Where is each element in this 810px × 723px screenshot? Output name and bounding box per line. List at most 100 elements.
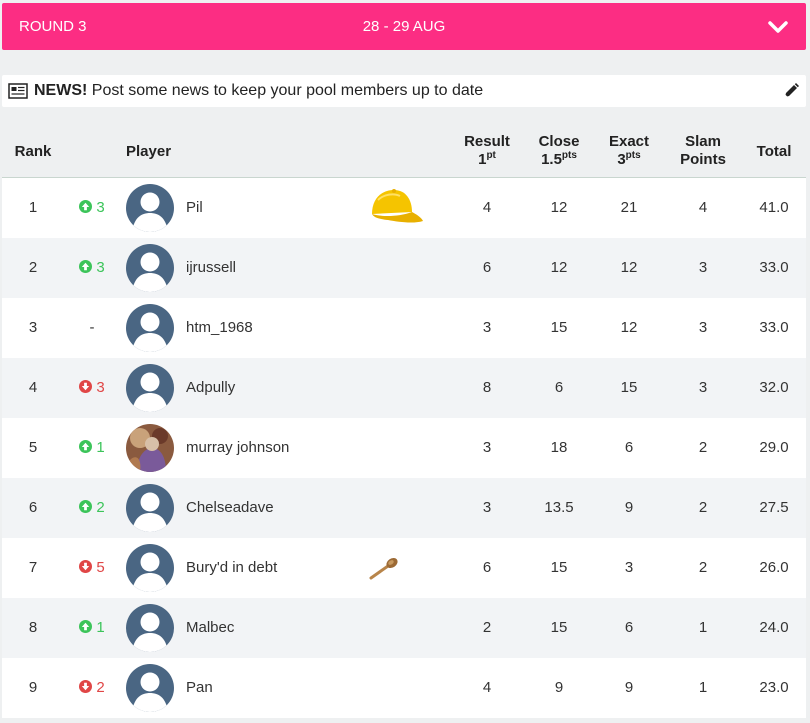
arrow-down-icon (79, 559, 96, 576)
round-dates: 28 - 29 AUG (362, 18, 446, 35)
table-row[interactable]: 9 2 Pan 4 9 9 1 23.0 (2, 658, 806, 718)
total-points: 23.0 (759, 679, 789, 696)
header-exact-label: Exact (608, 133, 650, 150)
news-label: NEWS! (34, 82, 88, 99)
pencil-icon[interactable] (782, 82, 800, 100)
avatar[interactable] (126, 244, 174, 292)
rank-change-up: 1 (62, 619, 122, 636)
total-points: 41.0 (759, 199, 789, 216)
player-name[interactable]: ijrussell (186, 259, 236, 276)
exact-points: 6 (624, 439, 634, 456)
rank-change-up: 1 (62, 439, 122, 456)
total-points: 27.5 (759, 499, 789, 516)
player-name[interactable]: htm_1968 (186, 319, 253, 336)
avatar[interactable] (126, 304, 174, 352)
table-row[interactable]: 7 5 Bury'd in debt 6 15 3 2 26.0 (2, 538, 806, 598)
rank-change-value: 3 (96, 199, 105, 216)
total-points: 29.0 (759, 439, 789, 456)
close-points: 9 (554, 679, 564, 696)
close-points: 18 (550, 439, 568, 456)
result-points: 6 (482, 559, 492, 576)
total-points: 33.0 (759, 319, 789, 336)
rank: 4 (28, 379, 38, 396)
rank-change-value: 1 (96, 439, 105, 456)
avatar[interactable] (126, 544, 174, 592)
slam-points: 2 (698, 559, 708, 576)
table-row[interactable]: 4 3 Adpully 8 6 15 3 32.0 (2, 358, 806, 418)
news-body: Post some news to keep your pool members… (87, 82, 484, 99)
close-points: 6 (554, 379, 564, 396)
table-row[interactable]: 6 2 Chelseadave 3 13.5 9 2 27.5 (2, 478, 806, 538)
result-points: 6 (482, 259, 492, 276)
rank-change-value: 3 (96, 259, 105, 276)
exact-points: 3 (624, 559, 634, 576)
rank: 5 (28, 439, 38, 456)
header-rank[interactable]: Rank (2, 143, 64, 161)
rank-change-none: - (89, 319, 95, 336)
rank-change-value: 2 (96, 679, 105, 696)
avatar[interactable] (126, 424, 174, 472)
arrow-up-icon (79, 619, 96, 636)
slam-points: 3 (698, 379, 708, 396)
rank-change-down: 3 (62, 379, 122, 396)
header-exact-unit: pts (625, 150, 641, 161)
close-points: 15 (550, 559, 568, 576)
arrow-up-icon (79, 499, 96, 516)
chevron-down-icon[interactable] (767, 16, 789, 38)
slam-points: 1 (698, 619, 708, 636)
rank-change-down: 5 (62, 559, 122, 576)
player-name[interactable]: Bury'd in debt (186, 559, 277, 576)
close-points: 12 (550, 199, 568, 216)
result-points: 4 (482, 679, 492, 696)
result-points: 8 (482, 379, 492, 396)
slam-points: 2 (698, 499, 708, 516)
header-slam-label: Slam (685, 133, 721, 150)
avatar[interactable] (126, 664, 174, 712)
header-result-unit: pt (486, 150, 496, 161)
total-points: 24.0 (759, 619, 789, 636)
slam-points: 1 (698, 679, 708, 696)
player-name[interactable]: Malbec (186, 619, 234, 636)
table-row[interactable]: 1 3 Pil 4 12 21 4 41.0 (2, 178, 806, 238)
avatar[interactable] (126, 184, 174, 232)
player-name[interactable]: Pan (186, 679, 213, 696)
player-name[interactable]: Adpully (186, 379, 235, 396)
result-points: 3 (482, 319, 492, 336)
wooden-spoon-icon (368, 557, 400, 585)
arrow-up-icon (79, 259, 96, 276)
table-row[interactable]: 2 3 ijrussell 6 12 12 3 33.0 (2, 238, 806, 298)
rank-change-value: 2 (96, 499, 105, 516)
header-exact[interactable]: Exact 3pts (596, 133, 662, 169)
round-header[interactable]: ROUND 3 28 - 29 AUG (2, 3, 806, 50)
header-player[interactable]: Player (126, 143, 171, 161)
rank: 7 (28, 559, 38, 576)
header-slam[interactable]: Slam Points (670, 133, 736, 169)
slam-points: 3 (698, 319, 708, 336)
table-row[interactable]: 8 1 Malbec 2 15 6 1 24.0 (2, 598, 806, 658)
table-row[interactable]: 3 - htm_1968 3 15 12 3 33.0 (2, 298, 806, 358)
result-points: 3 (482, 439, 492, 456)
newspaper-icon (8, 83, 28, 99)
header-close-unit: pts (561, 150, 577, 161)
header-result-label: Result (464, 133, 510, 150)
player-name[interactable]: Pil (186, 199, 203, 216)
close-points: 15 (550, 619, 568, 636)
avatar[interactable] (126, 364, 174, 412)
avatar[interactable] (126, 604, 174, 652)
news-bar: NEWS! Post some news to keep your pool m… (2, 75, 806, 107)
cap-icon (368, 188, 424, 232)
exact-points: 15 (620, 379, 638, 396)
header-slam-label2: Points (680, 151, 726, 168)
rank-change-value: 5 (96, 559, 105, 576)
table-row[interactable]: 5 1 murray johnson 3 18 6 2 29.0 (2, 418, 806, 478)
header-close-label: Close (538, 133, 580, 150)
player-name[interactable]: Chelseadave (186, 499, 274, 516)
rank: 8 (28, 619, 38, 636)
player-name[interactable]: murray johnson (186, 439, 289, 456)
header-result[interactable]: Result 1pt (454, 133, 520, 169)
table-header: Rank Player Result 1pt Close 1.5pts Exac… (2, 126, 806, 178)
header-total[interactable]: Total (742, 143, 806, 161)
header-close[interactable]: Close 1.5pts (526, 133, 592, 169)
avatar[interactable] (126, 484, 174, 532)
result-points: 3 (482, 499, 492, 516)
